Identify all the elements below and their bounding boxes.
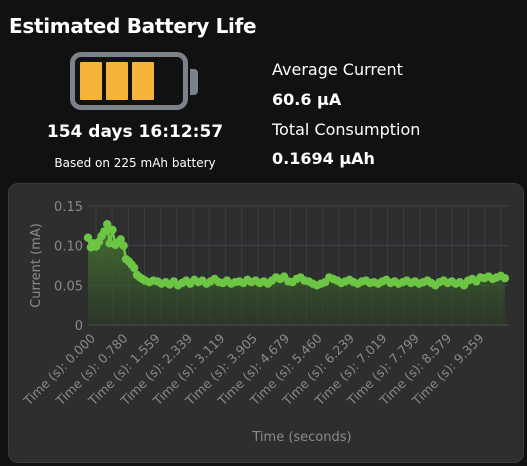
current-chart: 00.050.100.15Time (s): 0.000Time (s): 0.…: [20, 200, 510, 445]
data-point: [500, 274, 510, 283]
data-point: [100, 227, 109, 236]
y-tick-label: 0.05: [54, 279, 83, 294]
y-axis-title: Current (mA): [29, 223, 44, 308]
y-tick-label: 0.15: [54, 200, 83, 215]
data-point: [108, 225, 117, 234]
y-tick-label: 0.10: [54, 240, 83, 255]
x-axis-title: Time (seconds): [251, 430, 351, 445]
y-tick-label: 0: [75, 319, 83, 334]
data-point: [119, 241, 128, 250]
chart-area: [88, 224, 505, 325]
